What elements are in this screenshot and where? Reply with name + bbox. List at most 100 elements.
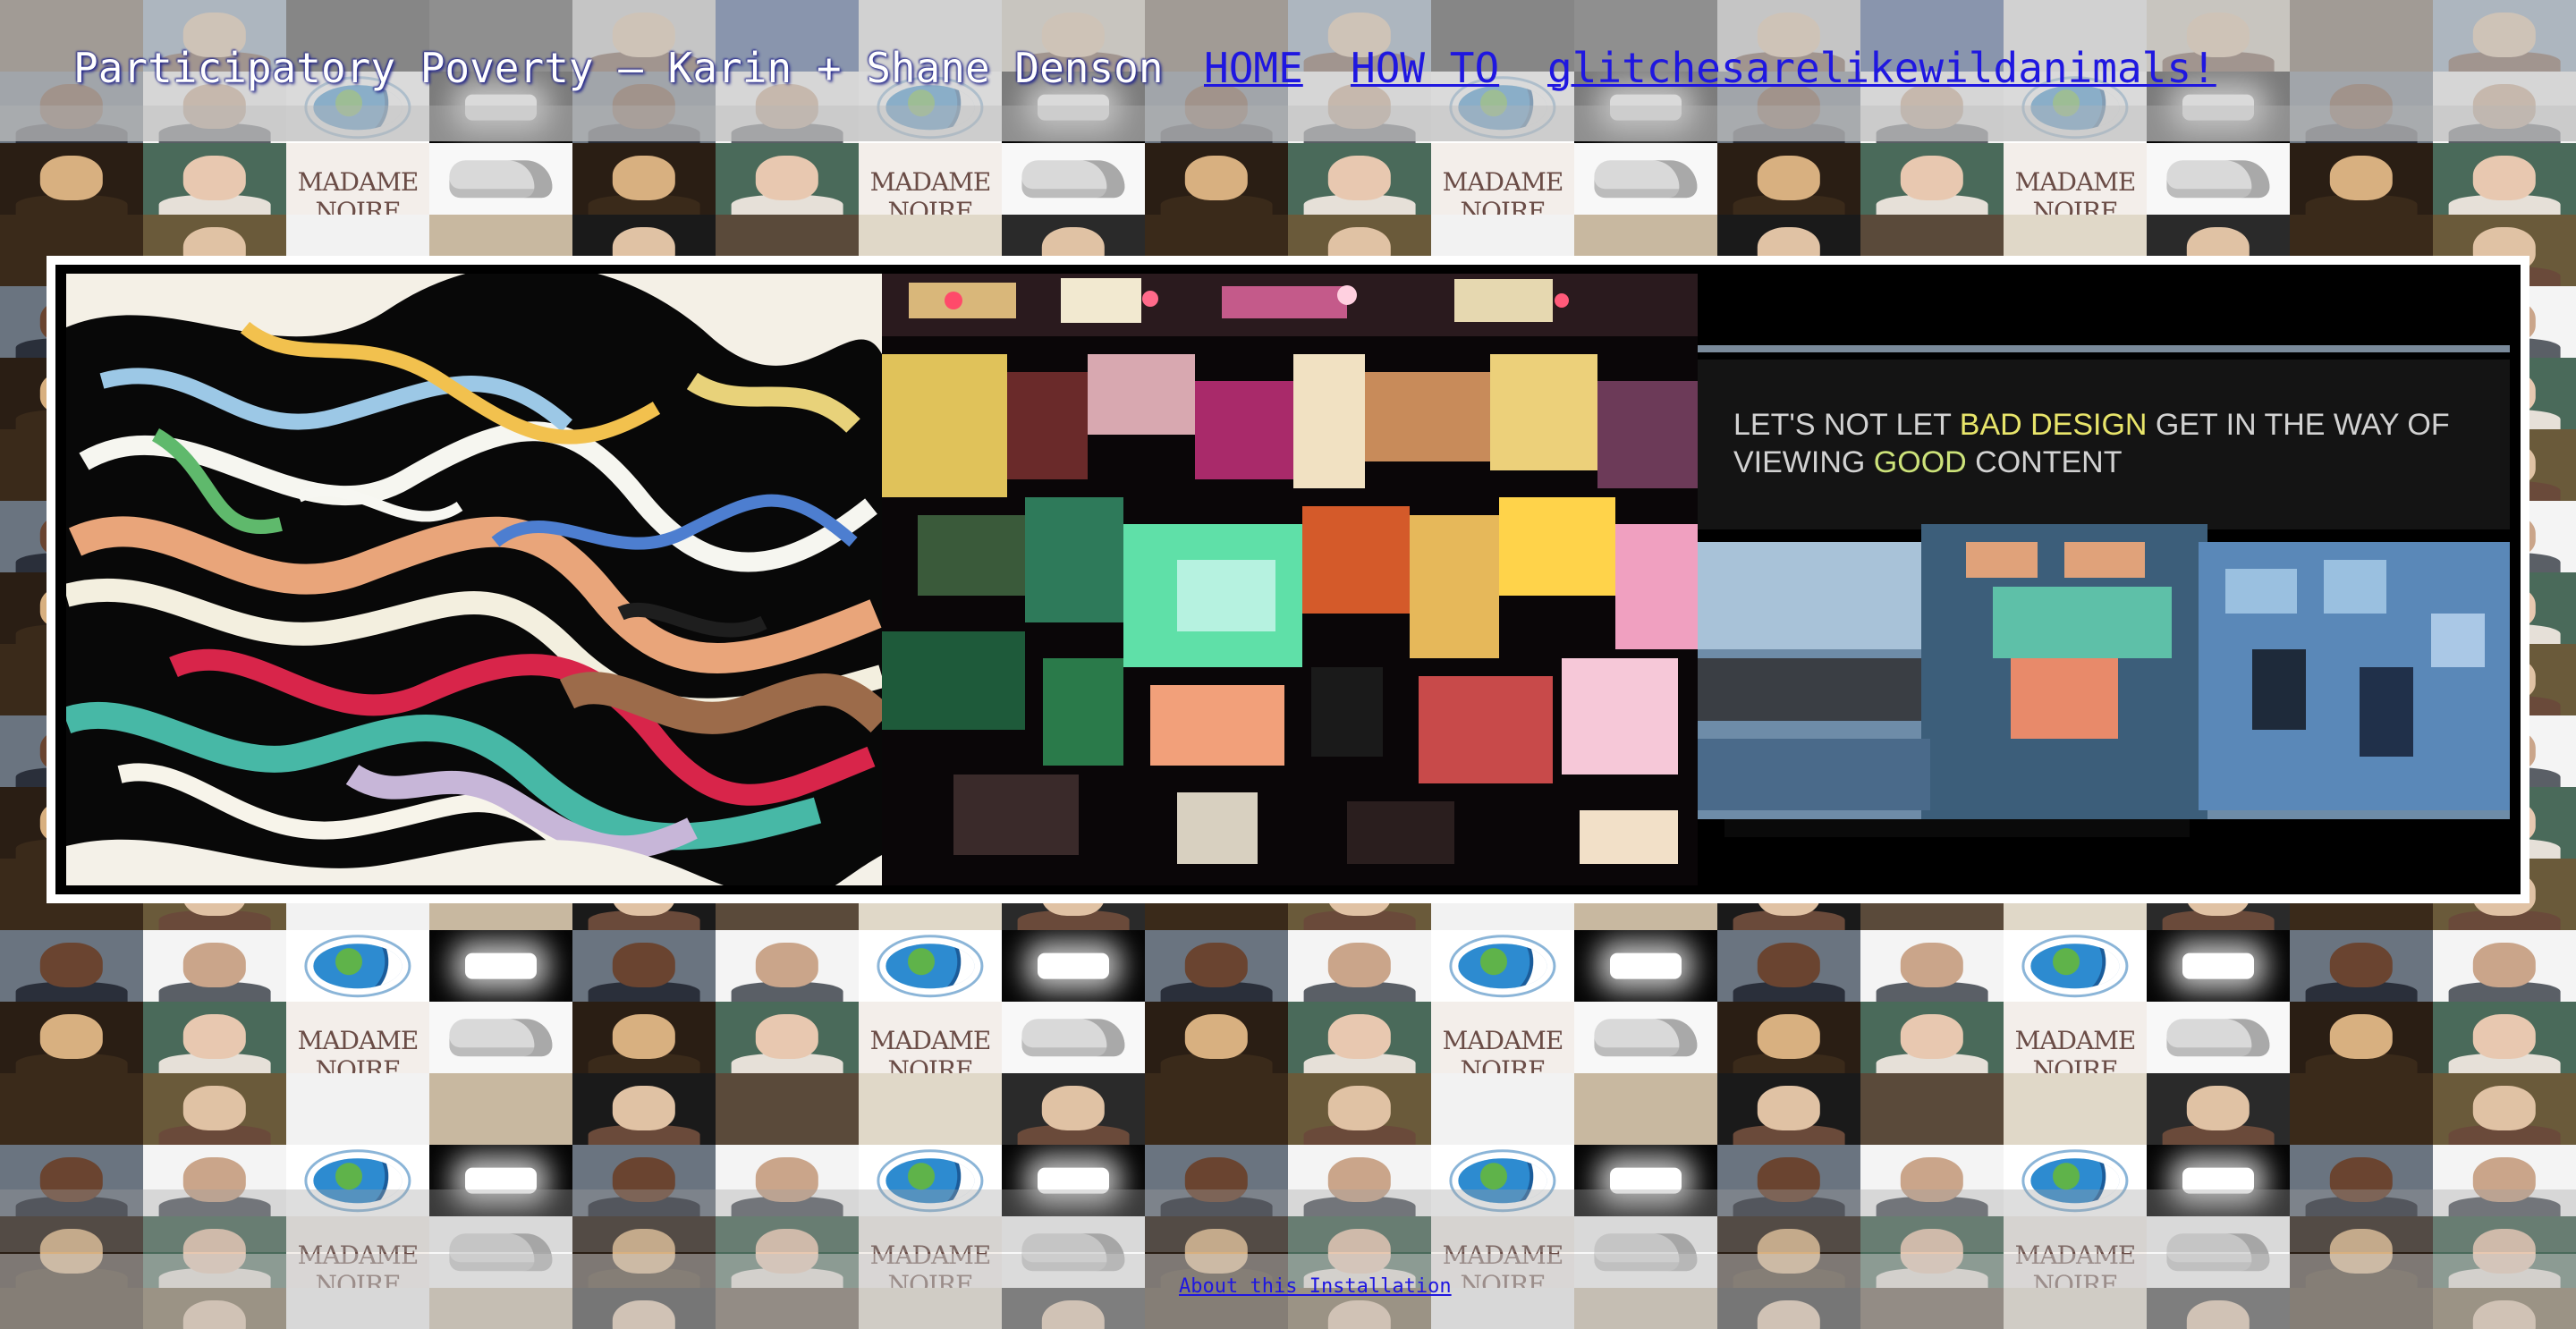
overlay-text-1a: LET'S NOT LET xyxy=(1733,408,1960,442)
wallpaper-thumbnail xyxy=(1717,930,1860,1002)
thumbnail-person-head xyxy=(1327,943,1392,987)
wallpaper-thumbnail xyxy=(1002,1002,1145,1073)
thumbnail-person-head xyxy=(2329,156,2394,200)
wallpaper-thumbnail xyxy=(1145,143,1288,215)
thumbnail-person-head xyxy=(2472,1014,2537,1059)
wallpaper-thumbnail xyxy=(2004,1073,2147,1145)
wallpaper-thumbnail xyxy=(1860,930,2004,1002)
wallpaper-thumbnail xyxy=(2290,1002,2433,1073)
globe-icon xyxy=(313,944,402,988)
wallpaper-thumbnail xyxy=(859,930,1002,1002)
wallpaper-thumbnail xyxy=(0,930,143,1002)
madame-noire-logo: MADAME NOIRE xyxy=(869,1026,992,1073)
wallpaper-thumbnail xyxy=(429,143,572,215)
wallpaper-thumbnail: MADAME NOIRE xyxy=(1431,1002,1574,1073)
camcorder-icon xyxy=(1021,1019,1125,1056)
thumbnail-person-head xyxy=(2329,943,2394,987)
wallpaper-thumbnail xyxy=(2147,1002,2290,1073)
thumbnail-person-head xyxy=(1757,1014,1821,1059)
thumbnail-person-head xyxy=(1900,943,1964,987)
wallpaper-thumbnail xyxy=(1860,1002,2004,1073)
wallpaper-thumbnail xyxy=(143,1002,286,1073)
wallpaper-thumbnail xyxy=(1717,1073,1860,1145)
madame-noire-logo: MADAME NOIRE xyxy=(1442,167,1564,215)
nav-glitches-link[interactable]: glitchesarelikewildanimals! xyxy=(1547,39,2216,97)
wallpaper-thumbnail xyxy=(716,143,859,215)
wallpaper-thumbnail xyxy=(1002,1073,1145,1145)
thumbnail-person-head xyxy=(39,943,104,987)
nav-how-to-link[interactable]: HOW TO xyxy=(1351,39,1499,97)
footer: About this Installation xyxy=(0,1254,2576,1329)
thumbnail-person-head xyxy=(1327,156,1392,200)
glitch-text-image xyxy=(1698,274,2510,885)
thumbnail-person-head xyxy=(1327,1014,1392,1059)
wallpaper-thumbnail xyxy=(1717,143,1860,215)
wallpaper-thumbnail xyxy=(1574,930,1717,1002)
video-strip: LET'S NOT LET BAD DESIGN GET IN THE WAY … xyxy=(55,265,2521,894)
thumbnail-person-head xyxy=(2472,156,2537,200)
thumbnail-person-head xyxy=(755,1014,819,1059)
thumbnail-person-head xyxy=(1184,156,1249,200)
wallpaper-thumbnail xyxy=(0,1073,143,1145)
madame-noire-logo: MADAME NOIRE xyxy=(2014,167,2137,215)
wallpaper-thumbnail xyxy=(2433,1002,2576,1073)
glitch-text-panel: LET'S NOT LET BAD DESIGN GET IN THE WAY … xyxy=(1698,274,2510,885)
light-icon xyxy=(2182,952,2254,979)
globe-icon xyxy=(2030,944,2120,988)
wallpaper-thumbnail xyxy=(1717,1002,1860,1073)
wallpaper-thumbnail xyxy=(1431,1073,1574,1145)
wallpaper-thumbnail xyxy=(2147,143,2290,215)
wallpaper-thumbnail xyxy=(286,1073,429,1145)
thumbnail-person-head xyxy=(1900,1014,1964,1059)
overlay-text-1c: GET IN THE WAY OF xyxy=(2147,408,2450,442)
thumbnail-person-head xyxy=(39,1014,104,1059)
wallpaper-thumbnail xyxy=(1288,143,1431,215)
wallpaper-thumbnail xyxy=(2433,930,2576,1002)
thumbnail-person-head xyxy=(182,1086,247,1130)
wallpaper-thumbnail: MADAME NOIRE xyxy=(286,143,429,215)
thumbnail-person-head xyxy=(1184,943,1249,987)
glitch-overlay-text: LET'S NOT LET BAD DESIGN GET IN THE WAY … xyxy=(1733,406,2450,481)
wallpaper-thumbnail xyxy=(1002,143,1145,215)
thumbnail-person-head xyxy=(1327,1086,1392,1130)
thumbnail-person-head xyxy=(2472,943,2537,987)
wallpaper-thumbnail: MADAME NOIRE xyxy=(2004,1002,2147,1073)
wallpaper-thumbnail xyxy=(1145,930,1288,1002)
camcorder-icon xyxy=(449,1019,553,1056)
thumbnail-person-head xyxy=(755,943,819,987)
thumbnail-person-head xyxy=(612,1086,676,1130)
light-icon xyxy=(465,952,537,979)
camcorder-icon xyxy=(1594,160,1698,198)
thumbnail-person-head xyxy=(182,156,247,200)
wallpaper-thumbnail xyxy=(2147,930,2290,1002)
glitch-crowd-panel xyxy=(882,274,1698,885)
nav-home-link[interactable]: HOME xyxy=(1204,39,1303,97)
wallpaper-thumbnail xyxy=(429,1002,572,1073)
madame-noire-logo: MADAME NOIRE xyxy=(297,1026,419,1073)
wallpaper-thumbnail xyxy=(143,1073,286,1145)
camcorder-icon xyxy=(2166,1019,2270,1056)
camcorder-icon xyxy=(449,160,553,198)
wallpaper-thumbnail xyxy=(859,1073,1002,1145)
madame-noire-logo: MADAME NOIRE xyxy=(2014,1026,2137,1073)
wallpaper-thumbnail xyxy=(0,1002,143,1073)
thumbnail-person-head xyxy=(39,156,104,200)
globe-icon xyxy=(1458,944,1547,988)
light-icon xyxy=(1038,952,1109,979)
thumbnail-person-head xyxy=(2472,1086,2537,1130)
thumbnail-person-head xyxy=(1757,1086,1821,1130)
thumbnail-person-head xyxy=(1041,1086,1106,1130)
wallpaper-thumbnail xyxy=(429,1073,572,1145)
wallpaper-thumbnail xyxy=(286,930,429,1002)
thumbnail-person-head xyxy=(612,943,676,987)
marbled-art-panel xyxy=(66,274,882,885)
madame-noire-logo: MADAME NOIRE xyxy=(297,167,419,215)
about-installation-link[interactable]: About this Installation xyxy=(1179,1274,1452,1300)
camcorder-icon xyxy=(2166,160,2270,198)
wallpaper-thumbnail xyxy=(429,930,572,1002)
thumbnail-person-head xyxy=(182,943,247,987)
wallpaper-thumbnail xyxy=(143,930,286,1002)
thumbnail-person-head xyxy=(612,1014,676,1059)
wallpaper-thumbnail xyxy=(716,1002,859,1073)
wallpaper-thumbnail: MADAME NOIRE xyxy=(859,1002,1002,1073)
